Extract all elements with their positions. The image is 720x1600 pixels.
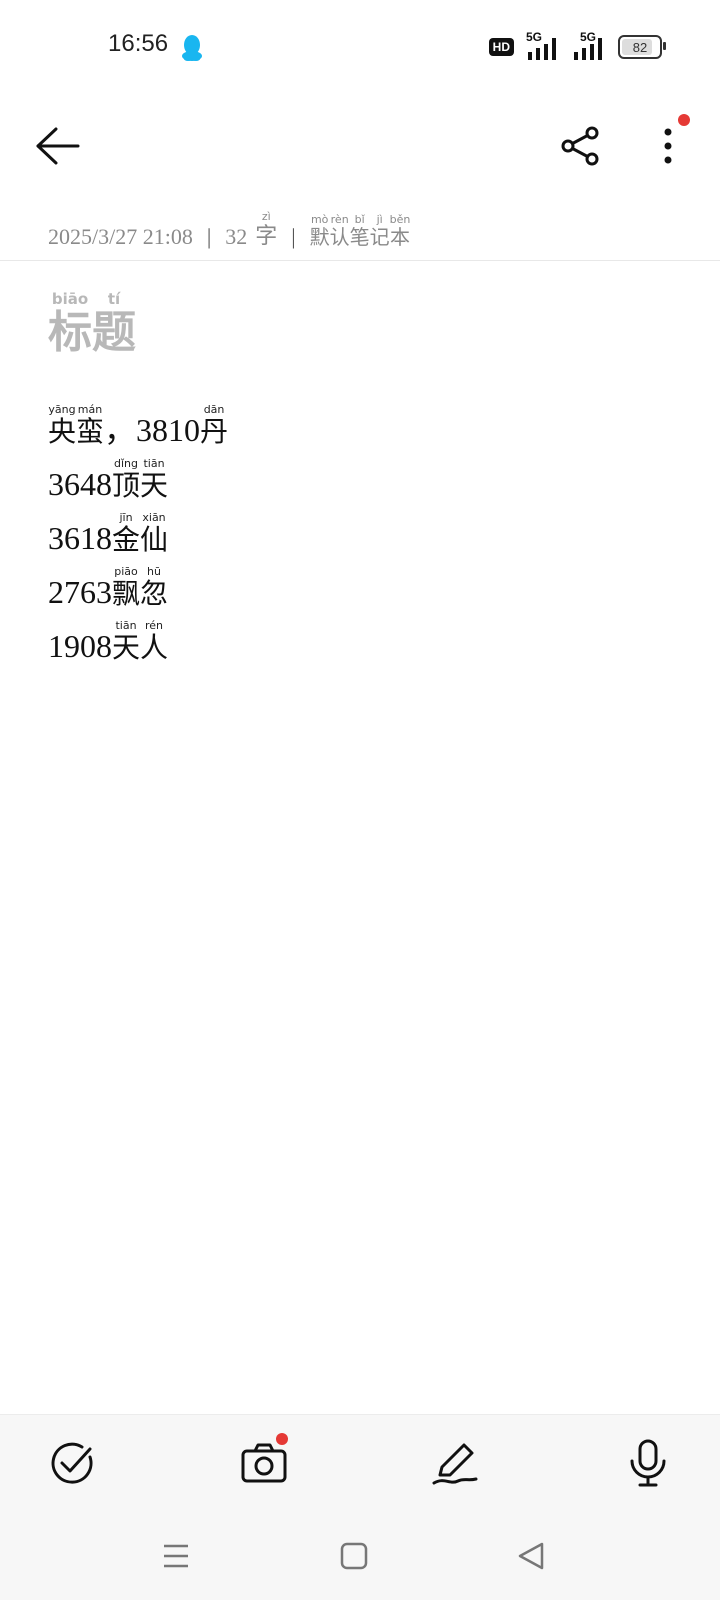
note-line[interactable]: 3618金jīn仙xiān [48, 511, 228, 566]
line-char: 央yāng [48, 403, 77, 448]
notebook-char: 默mò [309, 213, 330, 249]
battery-level: 82 [632, 39, 648, 55]
line-text: 1908 [48, 628, 112, 664]
note-line[interactable]: 1908天tiān人rén [48, 619, 228, 674]
qq-icon [182, 35, 202, 61]
signal-sim2-icon: 5G [572, 30, 606, 60]
note-body[interactable]: 央yāng蛮mán，3810丹dān 3648顶dǐng天tiān 3618金jīn… [48, 403, 229, 674]
title-char: 题tí [92, 290, 136, 358]
note-datetime: 2025/3/27 21:08 [48, 224, 193, 249]
handwriting-pen-icon [432, 1443, 478, 1485]
back-nav-button[interactable] [512, 1536, 552, 1576]
more-options-button[interactable] [636, 114, 700, 178]
line-char: 忽hū [140, 565, 169, 610]
sim2-label: 5G [580, 30, 597, 44]
word-count: 32 [225, 224, 248, 249]
note-toolbar [0, 96, 720, 192]
notebook-char: 本běn [389, 213, 411, 249]
sim1-label: 5G [526, 30, 543, 44]
menu-button[interactable] [156, 1536, 196, 1576]
status-icons: HD 5G 5G 82 [488, 30, 666, 62]
note-meta: 2025/3/27 21:08 | 32 字zì | 默mò认rèn笔bǐ记jì… [48, 204, 410, 250]
line-char: 天tiān [112, 619, 141, 664]
line-char: 丹dān [200, 403, 229, 448]
word-unit: 字zì [255, 210, 278, 248]
line-char: 顶dǐng [112, 457, 141, 502]
meta-separator: | [206, 224, 212, 249]
hd-badge: HD [488, 38, 514, 56]
notification-dot [678, 114, 690, 126]
battery-icon: 82 [618, 35, 666, 59]
home-button[interactable] [334, 1536, 374, 1576]
header-divider [0, 260, 720, 261]
status-time: 16:56 [108, 30, 169, 57]
back-triangle-icon [518, 1542, 544, 1570]
share-icon [561, 126, 599, 166]
note-line[interactable]: 2763飘piāo忽hū [48, 565, 228, 620]
line-text: ，3810 [104, 412, 201, 448]
system-nav-bar [0, 1514, 720, 1600]
notebook-name[interactable]: 默mò认rèn笔bǐ记jì本běn [309, 213, 411, 250]
title-char: 标biāo [48, 290, 92, 358]
line-char: 金jīn [112, 511, 141, 556]
line-char: 天tiān [140, 457, 169, 502]
note-line[interactable]: 3648顶dǐng天tiān [48, 457, 228, 512]
menu-icon [164, 1544, 188, 1568]
home-square-icon [340, 1542, 368, 1570]
meta-separator-2: | [291, 224, 296, 249]
line-text: 2763 [48, 574, 112, 610]
more-vertical-icon [664, 128, 672, 164]
line-char: 人rén [140, 619, 169, 664]
status-bar: 16:56 HD 5G 5G 82 [0, 0, 720, 96]
checklist-button[interactable] [46, 1437, 98, 1489]
camera-button[interactable] [238, 1433, 290, 1489]
note-line[interactable]: 央yāng蛮mán，3810丹dān [48, 403, 229, 458]
line-text: 3648 [48, 466, 112, 502]
line-text: 3618 [48, 520, 112, 556]
line-char: 仙xiān [140, 511, 169, 556]
notebook-char: 认rèn [329, 213, 350, 249]
line-char: 飘piāo [112, 565, 141, 610]
back-button[interactable] [26, 114, 90, 178]
notebook-char: 记jì [369, 213, 390, 249]
signal-sim1-icon: 5G [526, 30, 560, 60]
handwriting-button[interactable] [430, 1437, 482, 1489]
bottom-toolbar [0, 1414, 720, 1515]
share-button[interactable] [548, 114, 612, 178]
notebook-char: 笔bǐ [349, 213, 370, 249]
camera-badge [276, 1433, 288, 1445]
note-title[interactable]: 标biāo题tí [48, 290, 136, 360]
line-char: 蛮mán [76, 403, 105, 448]
checklist-icon [51, 1442, 93, 1484]
arrow-left-icon [36, 127, 80, 165]
voice-input-button[interactable] [622, 1437, 674, 1489]
microphone-icon [630, 1439, 666, 1487]
